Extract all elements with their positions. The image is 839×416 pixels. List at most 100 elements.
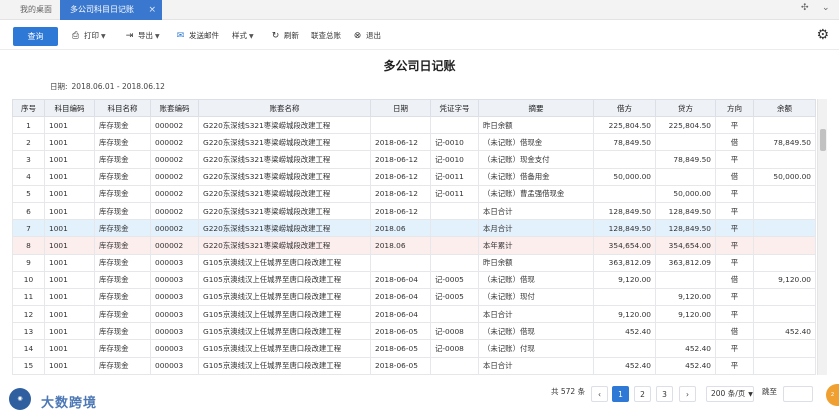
cell-voucher xyxy=(430,219,479,238)
cell-balance: 78,849.50 xyxy=(753,133,816,152)
cell-set-code: 000002 xyxy=(150,167,199,186)
page-2-button[interactable]: 2 xyxy=(634,386,651,402)
cell-credit: 363,812.09 xyxy=(655,253,716,272)
cell-debit: 363,812.09 xyxy=(593,253,656,272)
cell-summary: 本日合计 xyxy=(478,356,594,375)
column-header[interactable]: 序号 xyxy=(12,99,45,117)
cell-summary: 本日合计 xyxy=(478,305,594,324)
table-row[interactable]: 7 1001 库存现金 000002 G220东深线S321枣梁崂城段改建工程 2018.… xyxy=(12,219,816,238)
cell-dir: 平 xyxy=(715,253,754,272)
column-header[interactable]: 借方 xyxy=(593,99,656,117)
total-count: 共 572 条 xyxy=(551,387,586,396)
page-size-select[interactable]: 200 条/页 ▼ xyxy=(706,386,754,402)
cell-balance xyxy=(753,184,816,203)
table-row[interactable]: 8 1001 库存现金 000002 G220东深线S321枣梁崂城段改建工程 2018.… xyxy=(12,236,816,255)
cell-seq: 6 xyxy=(12,201,45,221)
tab-home[interactable]: 我的桌面 xyxy=(20,0,52,20)
chevron-down-icon[interactable]: ⌄ xyxy=(822,3,830,13)
cell-debit xyxy=(593,150,656,169)
notification-badge[interactable]: 2 xyxy=(826,384,839,406)
page-3-button[interactable]: 3 xyxy=(656,386,673,402)
cell-dir: 平 xyxy=(715,219,754,238)
table-row[interactable]: 4 1001 库存现金 000002 G220东深线S321枣梁崂城段改建工程 2018-… xyxy=(12,167,816,186)
table-row[interactable]: 15 1001 库存现金 000003 G105京澳线汉上任城界至唐口段改建工程 2018… xyxy=(12,356,816,375)
cell-set-code: 000002 xyxy=(150,133,199,152)
cell-debit: 128,849.50 xyxy=(593,201,656,221)
column-header[interactable]: 科目编码 xyxy=(44,99,95,117)
prev-page-button[interactable]: ‹ xyxy=(591,386,608,402)
cell-seq: 13 xyxy=(12,322,45,341)
column-header[interactable]: 余额 xyxy=(753,99,816,117)
column-header[interactable]: 凭证字号 xyxy=(430,99,479,117)
table-row[interactable]: 14 1001 库存现金 000003 G105京澳线汉上任城界至唐口段改建工程 2018… xyxy=(12,339,816,358)
column-header[interactable]: 摘要 xyxy=(478,99,594,117)
cell-debit: 78,849.50 xyxy=(593,133,656,152)
cell-voucher: 记-0010 xyxy=(430,150,479,169)
column-header[interactable]: 贷方 xyxy=(655,99,716,117)
page-1-button[interactable]: 1 xyxy=(612,386,629,402)
export-button[interactable]: ⇥ 导出 ▼ xyxy=(124,28,160,44)
cell-balance xyxy=(753,305,816,324)
table-row[interactable]: 11 1001 库存现金 000003 G105京澳线汉上任城界至唐口段改建工程 2018… xyxy=(12,287,816,307)
column-header[interactable]: 日期 xyxy=(370,99,431,117)
table-row[interactable]: 12 1001 库存现金 000003 G105京澳线汉上任城界至唐口段改建工程 2018… xyxy=(12,305,816,324)
cell-date: 2018-06-04 xyxy=(370,305,431,324)
cell-name: 库存现金 xyxy=(94,184,151,203)
pin-icon[interactable]: ✣ xyxy=(801,3,809,13)
send-mail-label: 发送邮件 xyxy=(189,31,219,40)
cell-set-name: G220东深线S321枣梁崂城段改建工程 xyxy=(198,236,371,255)
table-row[interactable]: 9 1001 库存现金 000003 G105京澳线汉上任城界至唐口段改建工程 昨日余额 3… xyxy=(12,253,816,272)
cell-summary: （未记账）借备用金 xyxy=(478,167,594,186)
cell-date xyxy=(370,253,431,272)
jump-page-input[interactable] xyxy=(783,386,813,402)
report-title: 多公司日记账 xyxy=(383,59,456,73)
tab-multi-company-journal[interactable]: 多公司科目日记账 × xyxy=(60,0,162,20)
table-row[interactable]: 13 1001 库存现金 000003 G105京澳线汉上任城界至唐口段改建工程 2018… xyxy=(12,322,816,341)
cell-set-code: 000003 xyxy=(150,339,199,358)
close-icon[interactable]: × xyxy=(148,0,156,20)
cell-code: 1001 xyxy=(44,236,95,255)
table-row[interactable]: 2 1001 库存现金 000002 G220东深线S321枣梁崂城段改建工程 2018-… xyxy=(12,133,816,152)
cell-date: 2018-06-12 xyxy=(370,167,431,186)
cell-debit xyxy=(593,287,656,307)
table-row[interactable]: 5 1001 库存现金 000002 G220东深线S321枣梁崂城段改建工程 2018-… xyxy=(12,184,816,203)
cell-credit: 9,120.00 xyxy=(655,287,716,307)
table-row[interactable]: 3 1001 库存现金 000002 G220东深线S321枣梁崂城段改建工程 2018-… xyxy=(12,150,816,169)
ledger-button[interactable]: 联查总账 xyxy=(311,28,341,44)
cell-debit: 225,804.50 xyxy=(593,115,656,135)
cell-set-code: 000003 xyxy=(150,270,199,289)
cell-summary: 昨日余额 xyxy=(478,253,594,272)
cell-debit xyxy=(593,339,656,358)
exit-button[interactable]: ⊗ 退出 xyxy=(352,28,381,44)
column-header[interactable]: 账套编码 xyxy=(150,99,199,117)
cell-debit: 9,120.00 xyxy=(593,270,656,289)
cell-name: 库存现金 xyxy=(94,322,151,341)
style-button[interactable]: 样式 ▼ xyxy=(232,28,254,44)
cell-set-code: 000003 xyxy=(150,287,199,307)
gear-icon[interactable]: ⚙ xyxy=(816,27,829,43)
table-row[interactable]: 6 1001 库存现金 000002 G220东深线S321枣梁崂城段改建工程 2018-… xyxy=(12,201,816,221)
cell-dir: 平 xyxy=(715,115,754,135)
refresh-button[interactable]: ↻ 刷新 xyxy=(270,28,299,44)
column-header[interactable]: 方向 xyxy=(715,99,754,117)
table-row[interactable]: 1 1001 库存现金 000002 G220东深线S321枣梁崂城段改建工程 昨日余额 2… xyxy=(12,115,816,135)
cell-debit: 452.40 xyxy=(593,356,656,375)
next-page-button[interactable]: › xyxy=(679,386,696,402)
column-header[interactable]: 科目名称 xyxy=(94,99,151,117)
cell-dir: 平 xyxy=(715,339,754,358)
cell-name: 库存现金 xyxy=(94,253,151,272)
cell-code: 1001 xyxy=(44,339,95,358)
vertical-scrollbar[interactable] xyxy=(817,99,827,375)
cell-set-name: G220东深线S321枣梁崂城段改建工程 xyxy=(198,219,371,238)
scrollbar-thumb[interactable] xyxy=(820,129,826,151)
query-button[interactable]: 查询 xyxy=(13,27,58,46)
exit-label: 退出 xyxy=(366,31,381,40)
cell-date: 2018-06-04 xyxy=(370,270,431,289)
table-row[interactable]: 10 1001 库存现金 000003 G105京澳线汉上任城界至唐口段改建工程 2018… xyxy=(12,270,816,289)
column-header[interactable]: 账套名称 xyxy=(198,99,371,117)
send-mail-button[interactable]: ✉ 发送邮件 xyxy=(175,28,219,44)
print-button[interactable]: ⎙ 打印 ▼ xyxy=(70,28,106,44)
cell-set-code: 000002 xyxy=(150,150,199,169)
refresh-icon: ↻ xyxy=(271,31,280,41)
cell-code: 1001 xyxy=(44,305,95,324)
